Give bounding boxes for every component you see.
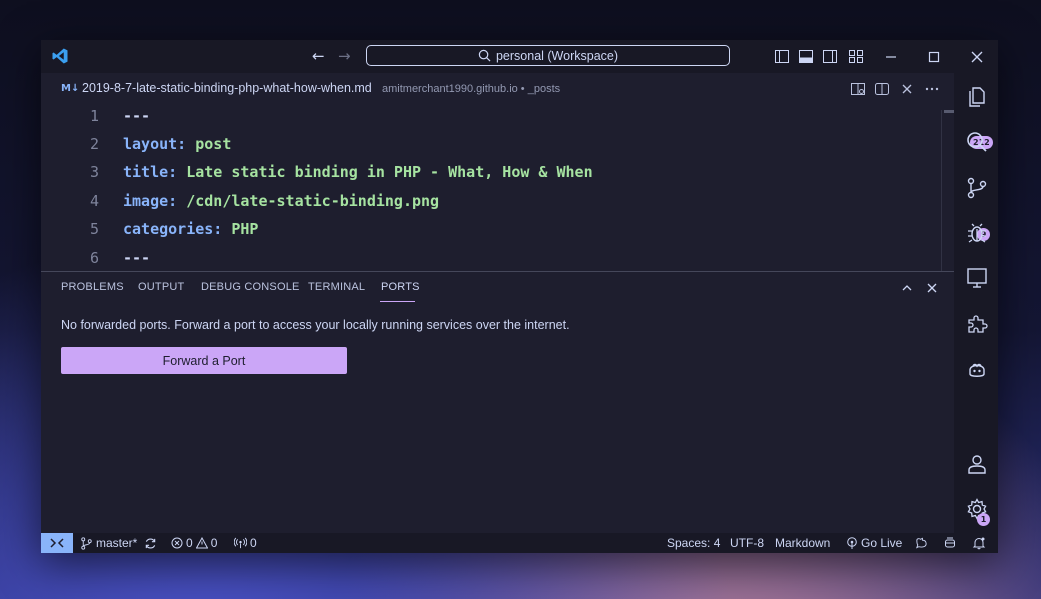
customize-layout-icon[interactable] bbox=[849, 50, 863, 63]
tab-output[interactable]: OUTPUT bbox=[138, 281, 184, 293]
source-control-icon[interactable] bbox=[965, 176, 989, 200]
indentation-indicator[interactable]: Spaces: 4 bbox=[667, 536, 720, 550]
language-mode[interactable]: Markdown bbox=[775, 536, 830, 550]
search-text: personal (Workspace) bbox=[495, 48, 619, 63]
tab-terminal[interactable]: TERMINAL bbox=[308, 281, 365, 293]
scrollbar-thumb[interactable] bbox=[944, 110, 954, 113]
line-number: 4 bbox=[89, 192, 99, 210]
yaml-value: /cdn/late-static-binding.png bbox=[177, 192, 440, 210]
warning-icon bbox=[195, 537, 208, 549]
minimize-icon[interactable] bbox=[882, 48, 900, 66]
line-number: 3 bbox=[89, 163, 99, 181]
encoding-indicator[interactable]: UTF-8 bbox=[730, 536, 764, 550]
vscode-logo-icon bbox=[52, 48, 68, 64]
tab-debug-console[interactable]: DEBUG CONSOLE bbox=[201, 281, 300, 293]
active-tab-indicator bbox=[380, 301, 415, 302]
notifications-bell-icon[interactable] bbox=[972, 536, 986, 550]
toggle-secondary-sidebar-icon[interactable] bbox=[823, 50, 837, 63]
code-line: 1 --- bbox=[41, 107, 941, 135]
accounts-icon[interactable] bbox=[965, 452, 989, 476]
problems-indicator[interactable]: 0 0 bbox=[171, 536, 217, 550]
tab-description: amitmerchant1990.github.io • _posts bbox=[382, 83, 561, 95]
line-number: 5 bbox=[89, 220, 99, 238]
remote-indicator[interactable] bbox=[41, 533, 73, 553]
go-live-label: Go Live bbox=[861, 536, 903, 550]
yaml-key: categories: bbox=[123, 220, 223, 238]
split-editor-icon[interactable] bbox=[875, 82, 889, 96]
code-line: 3 title: Late static binding in PHP - Wh… bbox=[41, 163, 941, 191]
code-editor[interactable]: 1 --- 2 layout: post 3 title: Late stati… bbox=[41, 107, 941, 271]
yaml-key: title: bbox=[123, 163, 178, 181]
maximize-icon[interactable] bbox=[925, 48, 943, 66]
line-number: 2 bbox=[89, 135, 99, 153]
title-bar: ← → personal (Workspace) bbox=[41, 40, 998, 73]
vscode-window: ← → personal (Workspace) M↓ 2019-8-7-lat… bbox=[41, 40, 998, 553]
no-ports-message: No forwarded ports. Forward a port to ac… bbox=[61, 318, 570, 332]
code-line: 4 image: /cdn/late-static-binding.png bbox=[41, 192, 941, 220]
error-count: 0 bbox=[186, 536, 193, 550]
close-tab-icon[interactable] bbox=[900, 82, 914, 96]
extensions-icon[interactable] bbox=[965, 312, 989, 336]
yaml-key: image: bbox=[123, 192, 178, 210]
line-number: 1 bbox=[89, 107, 99, 125]
close-window-icon[interactable] bbox=[968, 48, 986, 66]
tab-ports[interactable]: PORTS bbox=[381, 281, 420, 293]
tweet-feedback-icon[interactable] bbox=[915, 537, 928, 549]
copilot-icon[interactable] bbox=[965, 358, 989, 382]
close-panel-icon[interactable] bbox=[925, 281, 939, 295]
branch-indicator[interactable]: master* bbox=[80, 536, 137, 550]
code-line: 5 categories: PHP bbox=[41, 220, 941, 248]
forward-port-button[interactable]: Forward a Port bbox=[61, 347, 347, 374]
tab-problems[interactable]: PROBLEMS bbox=[61, 281, 124, 293]
command-center-search[interactable]: personal (Workspace) bbox=[366, 45, 730, 66]
search-icon[interactable] bbox=[965, 130, 989, 154]
error-icon bbox=[171, 537, 183, 549]
arrow-right-icon[interactable]: → bbox=[338, 47, 351, 65]
git-branch-icon bbox=[81, 536, 92, 550]
radio-tower-icon bbox=[847, 537, 857, 549]
branch-name: master* bbox=[96, 536, 138, 550]
editor-scrollbar[interactable] bbox=[941, 110, 955, 271]
code-line: 6 --- bbox=[41, 249, 941, 271]
maximize-panel-icon[interactable] bbox=[900, 281, 914, 295]
tab-title: 2019-8-7-late-static-binding-php-what-ho… bbox=[82, 81, 372, 95]
toggle-primary-sidebar-icon[interactable] bbox=[775, 50, 789, 63]
line-number: 6 bbox=[89, 249, 99, 267]
yaml-value: post bbox=[186, 135, 232, 153]
search-icon bbox=[478, 49, 491, 62]
run-debug-icon[interactable] bbox=[965, 221, 989, 245]
editor-tab[interactable]: M↓ 2019-8-7-late-static-binding-php-what… bbox=[41, 73, 954, 105]
ports-indicator[interactable]: 0 bbox=[234, 536, 257, 550]
yaml-key: layout: bbox=[123, 135, 187, 153]
copilot-status-icon[interactable] bbox=[944, 537, 956, 549]
more-actions-icon[interactable] bbox=[925, 82, 939, 96]
explorer-icon[interactable] bbox=[965, 85, 989, 109]
remote-icon bbox=[50, 538, 64, 548]
settings-badge: 1 bbox=[977, 513, 990, 526]
activity-bar: 212 9 1 bbox=[954, 73, 998, 533]
bottom-panel: PROBLEMS OUTPUT DEBUG CONSOLE TERMINAL P… bbox=[41, 271, 954, 534]
code-line: 2 layout: post bbox=[41, 135, 941, 163]
arrow-left-icon[interactable]: ← bbox=[312, 47, 325, 65]
toggle-panel-icon[interactable] bbox=[799, 50, 813, 63]
go-live-button[interactable]: Go Live bbox=[846, 536, 902, 550]
ports-count: 0 bbox=[250, 536, 257, 550]
sync-icon[interactable] bbox=[144, 537, 157, 550]
status-bar: master* 0 0 0 Spaces: 4 UTF-8 Markdown G… bbox=[41, 533, 998, 553]
yaml-value: Late static binding in PHP - What, How &… bbox=[177, 163, 593, 181]
broadcast-icon bbox=[234, 537, 247, 549]
frontmatter-delimiter: --- bbox=[123, 249, 151, 267]
yaml-value: PHP bbox=[222, 220, 259, 238]
frontmatter-delimiter: --- bbox=[123, 107, 151, 125]
markdown-file-icon: M↓ bbox=[61, 83, 80, 94]
remote-explorer-icon[interactable] bbox=[965, 266, 989, 290]
open-preview-icon[interactable] bbox=[851, 82, 865, 96]
warning-count: 0 bbox=[210, 536, 218, 550]
